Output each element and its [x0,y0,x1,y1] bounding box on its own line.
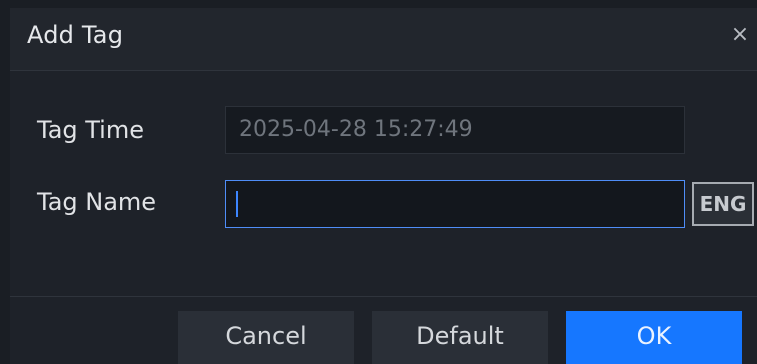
cancel-button[interactable]: Cancel [178,311,354,364]
tag-name-label: Tag Name [37,188,157,216]
tag-name-input[interactable] [225,180,685,228]
add-tag-dialog: Add Tag × Tag Time 2025-04-28 15:27:49 T… [10,8,757,364]
ok-button[interactable]: OK [566,311,742,364]
tag-time-field: 2025-04-28 15:27:49 [225,106,685,154]
dialog-title: Add Tag [27,21,124,49]
dialog-footer: Cancel Default OK [10,296,757,364]
tag-time-label: Tag Time [37,116,144,144]
input-language-toggle[interactable]: ENG [692,182,754,226]
text-caret [236,191,238,217]
close-icon[interactable]: × [729,24,751,46]
default-button[interactable]: Default [372,311,548,364]
dialog-title-bar: Add Tag × [10,8,757,71]
